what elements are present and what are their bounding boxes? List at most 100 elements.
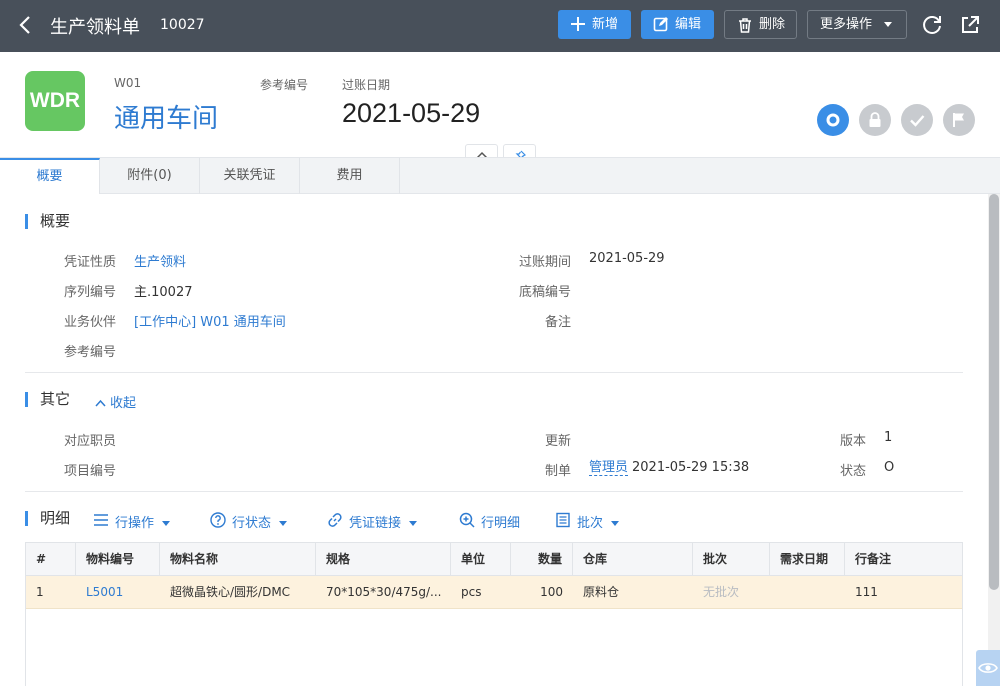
add-button[interactable]: 新增 <box>558 10 631 39</box>
required-date-cell <box>770 576 845 608</box>
back-arrow-icon[interactable] <box>14 13 38 37</box>
warehouse-cell: 原料仓 <box>583 585 620 599</box>
content-area: 概要 凭证性质 生产领料 序列编号 主.10027 业务伙伴 [工作中心] W0… <box>0 194 988 686</box>
posting-period-value: 2021-05-29 <box>589 251 665 266</box>
version-value: 1 <box>884 430 893 445</box>
column-header[interactable]: 物料名称 <box>160 543 316 575</box>
posting-period-label: 过账期间 <box>518 255 571 270</box>
edit-button-label: 编辑 <box>675 17 702 32</box>
detail-section-title: 明细 <box>25 511 70 526</box>
unit-cell: pcs <box>461 585 482 599</box>
batch-label: 批次 <box>577 516 604 531</box>
row-operations-menu[interactable]: 行操作 <box>93 512 171 531</box>
column-header[interactable]: 规格 <box>316 543 451 575</box>
column-header[interactable]: # <box>26 543 76 575</box>
vertical-scrollbar[interactable] <box>988 194 1000 686</box>
status-open-button[interactable] <box>817 104 849 136</box>
updated-label: 更新 <box>544 434 571 449</box>
material-name-cell: 超微晶铁心/圆形/DMC <box>170 585 291 599</box>
ref-no-label: 参考编号 <box>260 78 309 92</box>
row-operations-label: 行操作 <box>115 516 155 531</box>
section-divider <box>25 372 963 373</box>
list-icon <box>94 514 108 526</box>
caret-down-icon <box>162 521 171 526</box>
document-list-icon <box>556 512 570 528</box>
voucher-link-label: 凭证链接 <box>349 516 402 531</box>
tab-bar: 概要 附件(0) 关联凭证 费用 <box>0 157 1000 195</box>
add-button-label: 新增 <box>592 17 619 32</box>
serial-no-value: 主.10027 <box>134 285 193 300</box>
caret-down-icon <box>611 521 620 526</box>
partner-code: W01 <box>114 76 142 90</box>
column-header[interactable]: 单位 <box>451 543 511 575</box>
table-row[interactable]: 1 L5001 超微晶铁心/圆形/DMC 70*105*30/475g/... … <box>26 576 962 609</box>
draft-no-label: 底稿编号 <box>518 285 571 300</box>
spec-cell: 70*105*30/475g/... <box>326 585 442 599</box>
status-value: O <box>884 460 895 475</box>
section-divider <box>25 491 963 492</box>
approve-button[interactable] <box>901 104 933 136</box>
collapse-toggle[interactable]: 收起 <box>95 392 136 411</box>
status-label: 状态 <box>839 464 866 479</box>
project-no-label: 项目编号 <box>63 464 116 479</box>
lock-button[interactable] <box>859 104 891 136</box>
row-status-label: 行状态 <box>232 516 272 531</box>
column-header[interactable]: 物料编号 <box>76 543 160 575</box>
tab-attachments[interactable]: 附件(0) <box>100 158 200 194</box>
detail-grid: # 物料编号 物料名称 规格 单位 数量 仓库 批次 需求日期 行备注 1 L5… <box>25 542 963 686</box>
ref-no-field-label: 参考编号 <box>63 345 116 360</box>
question-circle-icon <box>210 512 226 528</box>
eye-icon <box>978 663 998 673</box>
column-header[interactable]: 数量 <box>511 543 573 575</box>
partner-name[interactable]: 通用车间 <box>114 98 218 135</box>
maker-user[interactable]: 管理员 <box>589 460 629 476</box>
zoom-in-icon <box>459 512 475 528</box>
partner-label: 业务伙伴 <box>63 315 116 330</box>
maker-label: 制单 <box>544 464 571 479</box>
tab-related-vouchers[interactable]: 关联凭证 <box>200 158 300 194</box>
refresh-icon[interactable] <box>920 13 944 37</box>
tab-overview[interactable]: 概要 <box>0 158 100 195</box>
delete-button-label: 删除 <box>759 17 786 32</box>
caret-down-icon <box>409 521 418 526</box>
link-icon <box>328 513 342 527</box>
maker-time: 2021-05-29 15:38 <box>632 460 750 475</box>
lock-icon <box>869 112 881 127</box>
partner-value[interactable]: [工作中心] W01 通用车间 <box>134 311 286 330</box>
other-section-title: 其它 <box>25 392 70 407</box>
column-header[interactable]: 批次 <box>693 543 770 575</box>
caret-down-icon <box>884 22 893 27</box>
batch-menu[interactable]: 批次 <box>555 512 620 531</box>
posting-date-label: 过账日期 <box>342 78 391 92</box>
preview-toggle-button[interactable] <box>976 650 1000 686</box>
voucher-link-menu[interactable]: 凭证链接 <box>327 512 418 531</box>
remark-label: 备注 <box>544 315 571 330</box>
open-external-icon[interactable] <box>958 13 982 37</box>
row-detail-label: 行明细 <box>481 516 521 531</box>
page-title: 生产领料单 <box>50 17 140 38</box>
column-header[interactable]: 仓库 <box>573 543 693 575</box>
summary-section-title: 概要 <box>25 214 70 229</box>
row-detail-button[interactable]: 行明细 <box>459 512 520 531</box>
voucher-type-value[interactable]: 生产领料 <box>134 251 186 270</box>
column-header[interactable]: 行备注 <box>845 543 962 575</box>
scrollbar-thumb[interactable] <box>989 194 999 590</box>
material-code-cell[interactable]: L5001 <box>76 576 160 608</box>
batch-cell: 无批次 <box>703 585 740 599</box>
grid-header: # 物料编号 物料名称 规格 单位 数量 仓库 批次 需求日期 行备注 <box>26 543 962 576</box>
posting-date-value: 2021-05-29 <box>342 98 481 128</box>
column-header[interactable]: 需求日期 <box>770 543 845 575</box>
more-actions-label: 更多操作 <box>820 17 873 32</box>
delete-button[interactable]: 删除 <box>724 10 797 39</box>
caret-down-icon <box>279 521 288 526</box>
edit-button[interactable]: 编辑 <box>641 10 714 39</box>
tab-expenses[interactable]: 费用 <box>300 158 400 194</box>
row-status-menu[interactable]: 行状态 <box>210 512 288 531</box>
more-actions-button[interactable]: 更多操作 <box>807 10 907 39</box>
serial-no-label: 序列编号 <box>63 285 116 300</box>
chevron-up-icon <box>95 399 106 407</box>
ring-icon <box>826 113 840 127</box>
flag-button[interactable] <box>943 104 975 136</box>
quantity-cell: 100 <box>540 585 563 599</box>
voucher-type-label: 凭证性质 <box>63 255 116 270</box>
